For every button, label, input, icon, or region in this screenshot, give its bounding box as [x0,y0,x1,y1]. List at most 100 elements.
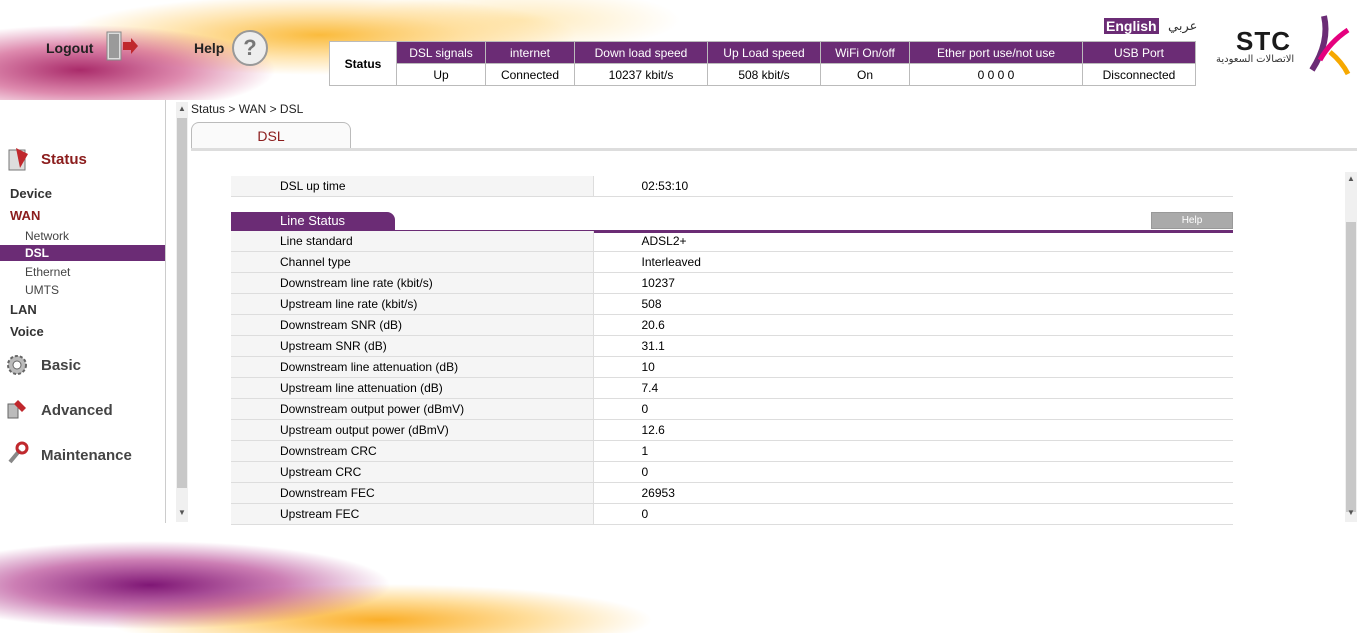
breadcrumb: Status > WAN > DSL [191,102,304,116]
content-scrollbar[interactable]: ▲ ▼ [176,102,188,522]
status-summary-label: Status [329,41,397,86]
sidebar-item-network[interactable]: Network [25,229,69,243]
line-status-table: Line standard ADSL2+ Channel type Interlea… [231,231,1233,525]
row-label: Upstream output power (dBmV) [231,419,594,441]
row-value: 26953 [593,482,1233,504]
sidebar-basic[interactable]: Basic [41,357,81,374]
scroll-up-icon[interactable]: ▲ [1347,174,1355,183]
row-label: Upstream line rate (kbit/s) [231,293,594,315]
row-value: 12.6 [593,419,1233,441]
status-col-header: Down load speed [574,41,708,64]
status-col-header: USB Port [1082,41,1196,64]
status-col-header: Ether port use/not use [909,41,1083,64]
sidebar: Status Device WAN Network DSL Ethernet U… [0,100,166,523]
row-value: ADSL2+ [593,231,1233,252]
row-label: Downstream output power (dBmV) [231,398,594,420]
row-value: 7.4 [593,377,1233,399]
table-row: Upstream line rate (kbit/s) 508 [231,293,1233,315]
status-summary-table: Status DSL signals internet Down load sp… [329,41,1196,86]
sidebar-item-ethernet[interactable]: Ethernet [25,265,70,279]
advanced-tools-icon [7,400,26,419]
table-row: Downstream output power (dBmV) 0 [231,398,1233,420]
logout-door-icon[interactable] [103,30,139,62]
row-label: Downstream CRC [231,440,594,462]
table-row: Line standard ADSL2+ [231,231,1233,252]
scrollbar-thumb[interactable] [177,118,187,488]
row-value: 0 [593,503,1233,525]
language-arabic[interactable]: عربي [1168,18,1197,34]
stc-logo-text: STC [1236,26,1291,56]
footer-decoration [0,525,800,633]
sidebar-maintenance[interactable]: Maintenance [41,447,132,464]
sidebar-device[interactable]: Device [10,186,52,201]
logout-link[interactable]: Logout [46,40,93,56]
sidebar-item-dsl[interactable]: DSL [0,245,165,261]
row-value: 20.6 [593,314,1233,336]
scroll-down-icon[interactable]: ▼ [1347,508,1355,517]
status-category-icon [8,148,28,171]
sidebar-status[interactable]: Status [41,151,87,168]
status-col-header: Up Load speed [707,41,821,64]
status-value: Up [396,63,486,86]
table-row: Upstream output power (dBmV) 12.6 [231,419,1233,441]
row-value: 02:53:10 [593,176,1233,197]
row-label: Downstream line attenuation (dB) [231,356,594,378]
table-row: DSL up time 02:53:10 [231,176,1233,197]
table-row: Downstream CRC 1 [231,440,1233,462]
status-value: On [820,63,910,86]
status-value: 10237 kbit/s [574,63,708,86]
help-icon[interactable]: ? [232,30,268,66]
status-value: 508 kbit/s [707,63,821,86]
row-value: 10 [593,356,1233,378]
row-label: Upstream line attenuation (dB) [231,377,594,399]
line-status-title: Line Status [231,212,395,230]
status-col-header: WiFi On/off [820,41,910,64]
inner-scrollbar[interactable]: ▲ ▼ [1345,172,1357,522]
line-status-help-button[interactable]: Help [1151,212,1233,229]
status-value: Connected [485,63,575,86]
row-label: Upstream SNR (dB) [231,335,594,357]
row-value: Interleaved [593,251,1233,273]
table-row: Upstream FEC 0 [231,503,1233,525]
sidebar-lan[interactable]: LAN [10,302,37,317]
table-row: Upstream SNR (dB) 31.1 [231,335,1233,357]
row-value: 508 [593,293,1233,315]
row-value: 10237 [593,272,1233,294]
sidebar-advanced[interactable]: Advanced [41,402,113,419]
row-value: 0 [593,461,1233,483]
table-row: Downstream line attenuation (dB) 10 [231,356,1233,378]
scroll-up-icon[interactable]: ▲ [178,104,186,113]
language-english[interactable]: English [1104,18,1159,34]
stc-logo-subtitle: الاتصالات السعودية [1216,54,1295,65]
table-row: Channel type Interleaved [231,251,1233,273]
maintenance-wrench-icon [8,441,29,464]
row-value: 31.1 [593,335,1233,357]
table-row: Upstream line attenuation (dB) 7.4 [231,377,1233,399]
table-row: Downstream SNR (dB) 20.6 [231,314,1233,336]
table-row: Upstream CRC 0 [231,461,1233,483]
tab-dsl[interactable]: DSL [191,122,351,150]
scrollbar-thumb[interactable] [1346,222,1356,512]
basic-gear-icon [7,355,27,375]
row-label: Downstream FEC [231,482,594,504]
status-col-header: internet [485,41,575,64]
status-value: Disconnected [1082,63,1196,86]
row-label: DSL up time [231,176,594,197]
status-value: 0 0 0 0 [909,63,1083,86]
scroll-down-icon[interactable]: ▼ [178,508,186,517]
row-label: Upstream CRC [231,461,594,483]
row-label: Downstream SNR (dB) [231,314,594,336]
sidebar-item-umts[interactable]: UMTS [25,283,59,297]
row-label: Upstream FEC [231,503,594,525]
table-row: Downstream line rate (kbit/s) 10237 [231,272,1233,294]
line-status-header: Line Status Help [231,212,1233,233]
row-value: 1 [593,440,1233,462]
tab-underline [191,148,1357,151]
sidebar-wan[interactable]: WAN [10,208,40,223]
sidebar-voice[interactable]: Voice [10,324,44,339]
row-value: 0 [593,398,1233,420]
table-row: Downstream FEC 26953 [231,482,1233,504]
help-link[interactable]: Help [194,40,224,56]
row-label: Downstream line rate (kbit/s) [231,272,594,294]
row-label: Channel type [231,251,594,273]
